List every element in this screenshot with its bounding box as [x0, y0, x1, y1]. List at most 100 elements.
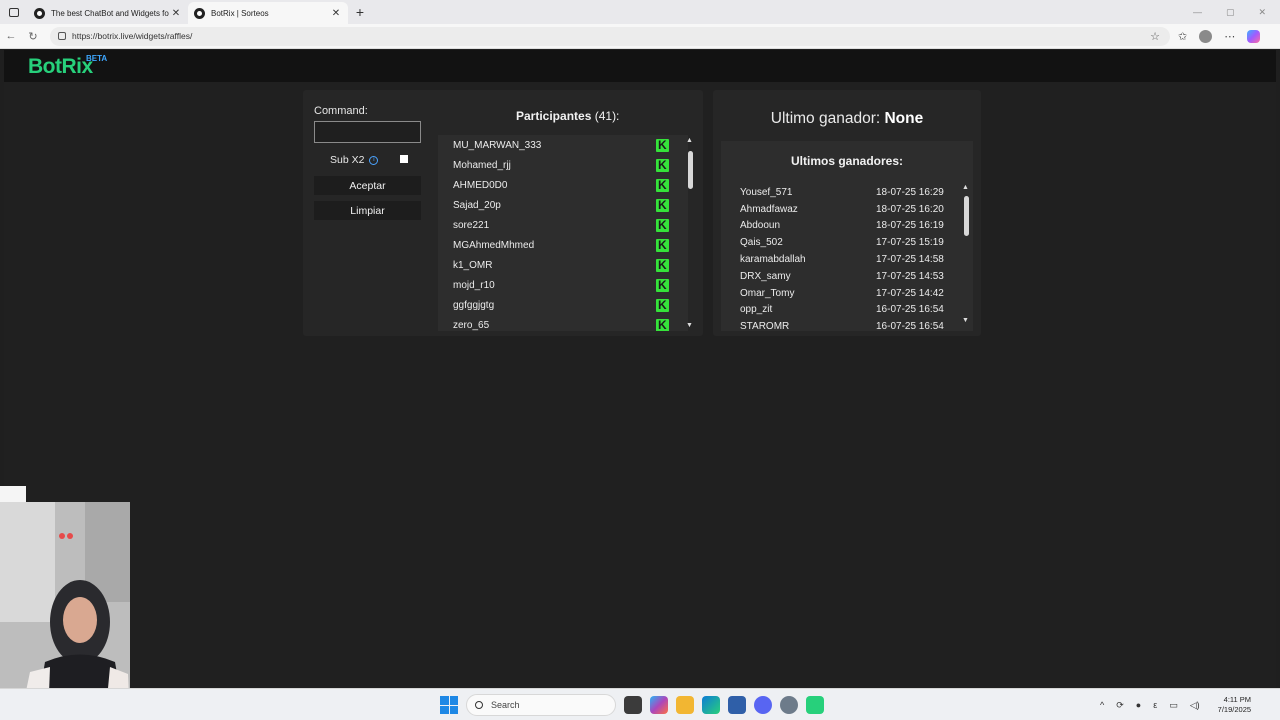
discord-icon[interactable]	[754, 696, 772, 714]
favorite-star-icon[interactable]: ☆	[1150, 30, 1160, 43]
winner-date: 18-07-25 16:29	[876, 186, 944, 198]
close-tab-icon[interactable]: ✕	[330, 8, 342, 19]
taskbar-search[interactable]: Search	[466, 694, 616, 716]
list-item: Ahmadfawaz 18-07-25 16:20	[740, 201, 950, 218]
participants-title: Participantes (41):	[516, 109, 619, 123]
site-info-icon[interactable]	[58, 32, 66, 40]
task-view-icon[interactable]	[624, 696, 642, 714]
list-item: DRX_samy 17-07-25 14:53	[740, 268, 950, 285]
list-item[interactable]: MU_MARWAN_333	[438, 135, 688, 155]
kick-icon	[656, 278, 669, 293]
winner-name: Qais_502	[740, 237, 783, 249]
search-placeholder: Search	[491, 700, 520, 710]
list-item: Qais_502 17-07-25 15:19	[740, 234, 950, 251]
favorites-icon[interactable]: ✩	[1178, 30, 1187, 43]
scroll-thumb[interactable]	[964, 196, 969, 236]
windows-start-icon[interactable]	[440, 696, 458, 714]
new-tab-icon[interactable]: +	[348, 4, 372, 20]
winner-date: 17-07-25 14:53	[876, 270, 944, 282]
winners-list-box[interactable]: Ultimos ganadores: Yousef_571 18-07-25 16…	[721, 141, 973, 331]
scroll-down-icon[interactable]: ▼	[686, 322, 693, 329]
participants-scrollbar[interactable]: ▲ ▼	[684, 137, 696, 329]
language-icon[interactable]: ε	[1153, 700, 1157, 710]
browser-tab-bar: The best ChatBot and Widgets fo ✕ BotRix…	[0, 0, 1280, 24]
settings-icon[interactable]	[780, 696, 798, 714]
scroll-down-icon[interactable]: ▼	[962, 317, 969, 324]
microphone-icon[interactable]: ●	[1136, 700, 1141, 710]
app-header: BotRix BETA	[4, 50, 1276, 82]
scroll-up-icon[interactable]: ▲	[962, 184, 969, 191]
tab-actions-icon[interactable]	[0, 0, 28, 24]
winner-date: 16-07-25 16:54	[876, 304, 944, 316]
winner-name: Omar_Tomy	[740, 287, 795, 299]
copilot-app-icon[interactable]	[650, 696, 668, 714]
logo-text: BotRix	[28, 55, 93, 78]
display-icon[interactable]: ▭	[1169, 700, 1178, 711]
url-field[interactable]: https://botrix.live/widgets/raffles/ ☆	[50, 26, 1170, 46]
raffle-panel: Command: Sub X2 i Aceptar Limpiar Partic…	[303, 90, 703, 336]
participant-name: AHMED0D0	[453, 179, 508, 191]
sub-x2-checkbox[interactable]	[400, 155, 408, 163]
browser-tab-chatbot[interactable]: The best ChatBot and Widgets fo ✕	[28, 2, 188, 24]
chevron-up-icon[interactable]: ^	[1100, 700, 1104, 710]
scroll-up-icon[interactable]: ▲	[686, 137, 693, 144]
list-item[interactable]: Sajad_20p	[438, 195, 688, 215]
edge-browser-icon[interactable]	[702, 696, 720, 714]
participants-list[interactable]: MU_MARWAN_333 Mohamed_rjj AHMED0D0 Sajad…	[438, 135, 688, 331]
winner-name: Yousef_571	[740, 186, 793, 198]
list-item[interactable]: AHMED0D0	[438, 175, 688, 195]
file-explorer-icon[interactable]	[676, 696, 694, 714]
close-window-icon[interactable]: ✕	[1258, 7, 1266, 18]
winner-name: DRX_samy	[740, 270, 791, 282]
list-item[interactable]: sore221	[438, 215, 688, 235]
kick-icon	[656, 218, 669, 232]
participant-name: mojd_r10	[453, 280, 495, 292]
copilot-icon[interactable]	[1247, 29, 1261, 43]
sub-x2-label: Sub X2	[330, 154, 365, 166]
list-item[interactable]: zero_65	[438, 316, 688, 331]
botrix-logo[interactable]: BotRix BETA	[28, 54, 107, 79]
maximize-icon[interactable]: ▢	[1226, 7, 1235, 18]
winners-panel: Ultimo ganador: None Ultimos ganadores: …	[713, 90, 981, 336]
command-input[interactable]	[314, 121, 421, 143]
clock-date: 7/19/2025	[1217, 705, 1252, 714]
clock-time: 4:11 PM	[1223, 695, 1252, 704]
command-label: Command:	[314, 105, 368, 117]
tab-title: BotRix | Sorteos	[211, 8, 269, 18]
list-item: Omar_Tomy 17-07-25 14:42	[740, 285, 950, 302]
taskbar-clock[interactable]: 4:11 PM 7/19/2025	[1218, 695, 1251, 715]
botrix-favicon-icon	[194, 7, 205, 19]
more-menu-icon[interactable]: ⋯	[1224, 30, 1235, 43]
sync-icon[interactable]: ⟳	[1116, 700, 1124, 711]
scroll-thumb[interactable]	[688, 151, 693, 189]
address-bar-row: ← ↻ https://botrix.live/widgets/raffles/…	[0, 24, 1280, 49]
profile-avatar-icon[interactable]	[1199, 29, 1213, 43]
last-winner-label: Ultimo ganador:	[770, 110, 881, 127]
search-icon	[475, 701, 483, 709]
kick-icon	[656, 318, 669, 331]
participant-name: sore221	[453, 219, 490, 231]
botrix-favicon-icon	[34, 7, 45, 19]
minimize-icon[interactable]: —	[1193, 7, 1202, 18]
close-tab-icon[interactable]: ✕	[170, 8, 182, 19]
store-icon[interactable]	[728, 696, 746, 714]
winners-title: Ultimos ganadores:	[790, 154, 904, 168]
list-item[interactable]: ggfggjgtg	[438, 296, 688, 316]
list-item[interactable]: MGAhmedMhmed	[438, 235, 688, 255]
kick-icon	[656, 198, 669, 212]
clear-button[interactable]: Limpiar	[314, 201, 421, 220]
info-icon[interactable]: i	[369, 155, 379, 165]
volume-icon[interactable]: ◁)	[1190, 700, 1200, 711]
list-item[interactable]: mojd_r10	[438, 276, 688, 296]
browser-tab-sorteos[interactable]: BotRix | Sorteos ✕	[188, 2, 348, 24]
taskbar: Search ^ ⟳ ● ε ▭ ◁) 4:11 PM 7/19/2025	[0, 688, 1280, 720]
botrix-app-icon[interactable]	[806, 696, 824, 714]
winners-scrollbar[interactable]: ▲ ▼	[960, 184, 972, 324]
accept-button[interactable]: Aceptar	[314, 176, 421, 195]
beta-badge: BETA	[86, 54, 108, 63]
refresh-icon[interactable]: ↻	[22, 30, 44, 43]
winner-name: Ahmadfawaz	[740, 203, 798, 215]
list-item[interactable]: k1_OMR	[438, 256, 688, 276]
back-icon[interactable]: ←	[0, 30, 22, 42]
list-item[interactable]: Mohamed_rjj	[438, 155, 688, 175]
